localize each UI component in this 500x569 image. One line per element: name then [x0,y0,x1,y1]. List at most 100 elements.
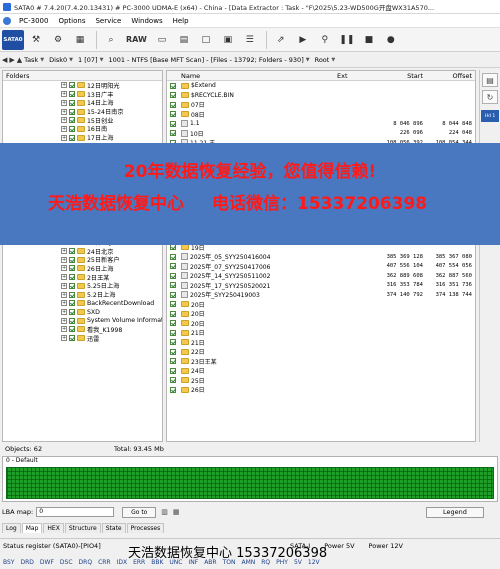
table-row[interactable]: 2025年_17_SYY250520021 316 353 784 316 351 … [167,281,475,291]
panel-icon[interactable]: ▤ [174,30,194,50]
column-ext[interactable]: Ext [337,71,373,80]
tree-item-checkbox[interactable] [69,274,75,281]
tree-item-checkbox[interactable] [69,82,75,89]
tree-item[interactable]: +16日南 [3,125,162,133]
partition-selector[interactable]: 1 [07] ▼ [78,56,103,64]
table-row[interactable]: 25日 [167,376,475,386]
tree-item[interactable]: + BackRecentDownload [3,299,162,308]
tools-icon[interactable]: ⚒ [26,30,46,50]
menu-help[interactable]: Help [168,17,194,25]
row-checkbox[interactable] [170,386,176,393]
zoom-icon[interactable]: ▥ [161,508,168,516]
row-checkbox[interactable] [170,111,176,118]
tree-item[interactable]: +26日上海 [3,264,162,273]
pause-icon[interactable]: ❚❚ [337,30,357,50]
record-icon[interactable]: ● [381,30,401,50]
row-checkbox[interactable] [170,358,176,365]
up-icon[interactable]: ▲ [17,56,22,64]
expand-icon[interactable]: + [61,108,67,115]
tree-item[interactable]: +24日北京 [3,247,162,255]
tree-item-checkbox[interactable] [69,309,75,316]
window-title-bar[interactable]: SATA0 # 7.4.20(7.4.20.13431) # PC-3000 U… [0,0,500,14]
table-row[interactable]: 21日 [167,328,475,338]
column-start[interactable]: Start [373,71,423,80]
table-row[interactable]: 2025年_SYY250419003 374 140 792 374 138 744 [167,290,475,300]
stop-icon[interactable]: ■ [359,30,379,50]
menu-service[interactable]: Service [90,17,126,25]
files-pane[interactable]: Name Ext Start Offset $Extend $RECYCLE.BI… [166,70,476,442]
tree-item-checkbox[interactable] [69,108,75,115]
goto-button[interactable]: Go to [122,506,157,518]
table-row[interactable]: 1.1 8 046 896 8 044 848 [167,119,475,129]
row-checkbox[interactable] [170,130,176,137]
sata-port-button[interactable]: SATA0 [2,29,24,50]
flag-icon[interactable]: ▦ [173,508,180,516]
tab-state[interactable]: State [101,522,126,533]
play-icon[interactable]: ▶ [293,30,313,50]
row-checkbox[interactable] [170,291,176,298]
table-row[interactable]: $Extend [167,81,475,91]
menu-options[interactable]: Options [53,17,90,25]
tree-item-checkbox[interactable] [69,291,75,298]
tree-item[interactable]: + SXD [3,308,162,317]
column-offset[interactable]: Offset [423,71,475,80]
tree-item[interactable]: +15-24日南京 [3,107,162,116]
lba-input[interactable]: 0 [36,507,115,517]
tree-item[interactable]: +13日广丰 [3,90,162,98]
tree-item-checkbox[interactable] [69,317,75,324]
tree-item[interactable]: +2日王某 [3,273,162,282]
expand-icon[interactable]: + [61,317,67,324]
menu-windows[interactable]: Windows [126,17,167,25]
expand-icon[interactable]: + [61,82,67,89]
expand-icon[interactable]: + [61,282,67,289]
table-row[interactable]: 22日 [167,347,475,357]
tab-hex[interactable]: HEX [43,522,64,533]
table-row[interactable]: 26日 [167,385,475,395]
expand-icon[interactable]: + [61,134,67,141]
export-icon[interactable]: ⇗ [271,30,291,50]
tree-item[interactable]: +14日上海 [3,98,162,107]
bicycle-icon[interactable]: ⚲ [315,30,335,50]
task-selector[interactable]: Task ▼ [24,56,44,64]
properties-icon[interactable]: ▤ [482,73,498,87]
tree-item[interactable]: + 看我_K1998 [3,325,162,334]
tree-item[interactable]: + System Volume Informati [3,316,162,325]
table-row[interactable]: 24日 [167,366,475,376]
row-checkbox[interactable] [170,348,176,355]
expand-icon[interactable]: + [61,309,67,316]
grid-icon[interactable]: ▦ [70,30,90,50]
path-selector[interactable]: 1001 - NTFS [Base MFT Scan] - [Files - 1… [108,56,309,64]
tree-item-checkbox[interactable] [69,282,75,289]
tree-item[interactable]: +12日明阳光 [3,81,162,90]
tree-item[interactable]: +15日创业 [3,116,162,125]
save-icon[interactable]: ▣ [218,30,238,50]
tree-item[interactable]: +5.2日上海 [3,290,162,299]
expand-icon[interactable]: + [61,91,67,98]
tree-item-checkbox[interactable] [69,326,75,333]
row-checkbox[interactable] [170,120,176,127]
row-checkbox[interactable] [170,320,176,327]
refresh-icon[interactable]: ↻ [482,90,498,104]
row-checkbox[interactable] [170,263,176,270]
tab-log[interactable]: Log [2,522,21,533]
tree-item-checkbox[interactable] [69,125,75,132]
tree-item[interactable]: +17日上海 [3,133,162,142]
tree-item-checkbox[interactable] [69,117,75,124]
tree-item-checkbox[interactable] [69,300,75,307]
menu-app[interactable]: PC-3000 [14,17,53,25]
expand-icon[interactable]: + [61,99,67,106]
tree-item[interactable]: + 迅雷 [3,334,162,343]
row-checkbox[interactable] [170,377,176,384]
tree-item-checkbox[interactable] [69,99,75,106]
tab-processes[interactable]: Processes [126,522,165,533]
disk-selector[interactable]: Disk0 ▼ [49,56,73,64]
table-row[interactable]: 08日 [167,110,475,120]
table-row[interactable]: 2025年_05_SYY250416004 385 369 128 385 367 … [167,252,475,262]
expand-icon[interactable]: + [61,256,67,263]
list-icon[interactable]: ☰ [240,30,260,50]
tree-item-checkbox[interactable] [69,91,75,98]
tree-item-checkbox[interactable] [69,335,75,342]
forward-icon[interactable]: ▶ [9,56,14,64]
expand-icon[interactable]: + [61,274,67,281]
tree-item[interactable]: +25日新客户 [3,255,162,264]
